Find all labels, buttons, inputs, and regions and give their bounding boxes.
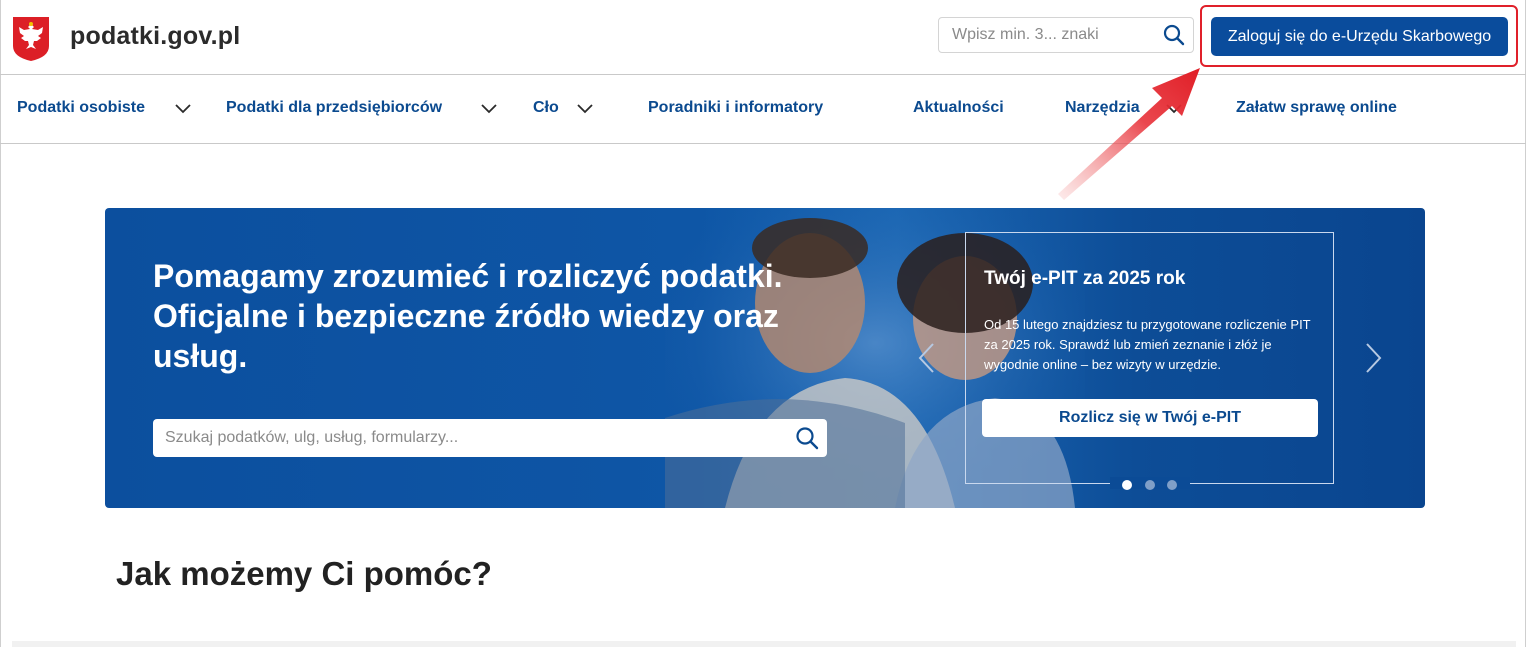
search-icon[interactable] [1163,24,1185,46]
header-search-input[interactable] [940,19,1162,51]
site-header: podatki.gov.pl Zaloguj się do e-Urzędu S… [0,0,1526,75]
nav-item-zalatw-sprawe-online[interactable]: Załatw sprawę online [1236,99,1397,117]
login-button[interactable]: Zaloguj się do e-Urzędu Skarbowego [1211,17,1508,56]
promo-card: Twój e-PIT za 2025 rok Od 15 lutego znaj… [965,232,1334,489]
chevron-down-icon[interactable] [481,102,497,114]
header-search [938,17,1194,53]
nav-item-poradniki[interactable]: Poradniki i informatory [648,99,823,117]
nav-item-podatki-dla-przedsiebiorcow[interactable]: Podatki dla przedsiębiorców [226,99,442,117]
hero-banner: Pomagamy zrozumieć i rozliczyć podatki. … [105,208,1425,508]
carousel-dot-1[interactable] [1122,480,1132,490]
polish-eagle-emblem-icon[interactable] [12,16,50,62]
epit-button[interactable]: Rozlicz się w Twój e-PIT [982,399,1318,437]
hero-search-input[interactable] [153,419,785,457]
search-icon[interactable] [795,426,819,450]
nav-item-podatki-osobiste[interactable]: Podatki osobiste [17,99,145,117]
chevron-right-icon[interactable] [1363,342,1383,374]
bottom-band [12,641,1516,647]
chevron-down-icon[interactable] [175,102,191,114]
hero-headline: Pomagamy zrozumieć i rozliczyć podatki. … [153,258,783,374]
nav-item-aktualnosci[interactable]: Aktualności [913,99,1004,117]
nav-item-clo[interactable]: Cło [533,99,559,117]
site-name[interactable]: podatki.gov.pl [70,22,240,51]
promo-card-text: Od 15 lutego znajdziesz tu przygotowane … [984,317,1311,372]
chevron-down-icon[interactable] [577,102,593,114]
help-heading: Jak możemy Ci pomóc? [116,555,492,592]
chevron-left-icon[interactable] [917,342,937,374]
carousel-dot-2[interactable] [1145,480,1155,490]
promo-card-title: Twój e-PIT za 2025 rok [984,268,1186,289]
carousel-dot-3[interactable] [1167,480,1177,490]
hero-search [153,419,827,457]
red-arrow-icon [1058,68,1200,200]
main-nav: Podatki osobiste Podatki dla przedsiębio… [0,75,1526,144]
